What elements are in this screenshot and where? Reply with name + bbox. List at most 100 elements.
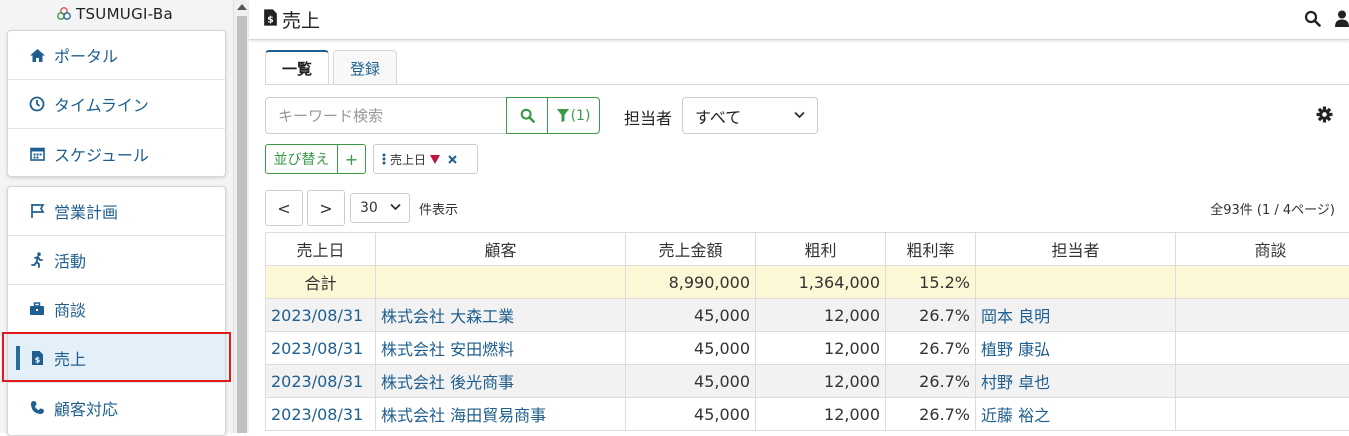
- customer-link[interactable]: 株式会社 安田燃料: [381, 340, 514, 359]
- column-header[interactable]: 顧客: [376, 233, 626, 266]
- summary-amount: 8,990,000: [626, 266, 756, 299]
- sidebar-item-schedule[interactable]: スケジュール: [8, 129, 225, 178]
- deal-cell: [1176, 332, 1349, 365]
- keyword-search-input[interactable]: キーワード検索: [265, 97, 507, 134]
- tab-divider: [265, 84, 1349, 85]
- tab-register[interactable]: 登録: [333, 50, 397, 85]
- amount-cell: 45,000: [626, 365, 756, 398]
- column-header[interactable]: 売上金額: [626, 233, 756, 266]
- customer-link[interactable]: 株式会社 大森工業: [381, 307, 514, 326]
- sales-date-link[interactable]: 2023/08/31: [271, 372, 363, 391]
- sidebar-item-activity[interactable]: 活動: [8, 236, 225, 285]
- gear-icon[interactable]: [1316, 106, 1333, 127]
- sort-button[interactable]: 並び替え: [265, 144, 338, 174]
- total-count: 全93件 (1 / 4ページ): [1210, 199, 1335, 218]
- prev-page-button[interactable]: <: [265, 190, 303, 226]
- rate-cell: 26.7%: [886, 365, 976, 398]
- flag-icon: [28, 202, 46, 220]
- sidebar-item-label: ポータル: [54, 43, 118, 67]
- deal-cell: [1176, 365, 1349, 398]
- search-icon[interactable]: [1304, 10, 1321, 31]
- column-header[interactable]: 担当者: [976, 233, 1176, 266]
- column-header[interactable]: 粗利率: [886, 233, 976, 266]
- sidebar-item-deals[interactable]: 商談: [8, 285, 225, 334]
- search-button[interactable]: [506, 97, 548, 134]
- deal-cell: [1176, 398, 1349, 431]
- filter-count: (1): [571, 108, 591, 124]
- sidebar-item-sales-plan[interactable]: 営業計画: [8, 187, 225, 236]
- calendar-icon: [28, 145, 46, 163]
- sort-chip-label: 売上日: [390, 151, 426, 168]
- rate-cell: 26.7%: [886, 398, 976, 431]
- table-row[interactable]: 2023/08/31 株式会社 大森工業 45,000 12,000 26.7%…: [266, 299, 1349, 332]
- column-header[interactable]: 粗利: [756, 233, 886, 266]
- per-page-value: 30: [360, 200, 378, 216]
- nav-group-main: ポータル タイムライン スケジュール: [7, 30, 226, 177]
- highlight-box: [2, 332, 231, 382]
- app-logo[interactable]: TSUMUGI-Ba: [56, 4, 173, 24]
- profit-cell: 12,000: [756, 398, 886, 431]
- assignee-link[interactable]: 植野 康弘: [981, 340, 1050, 359]
- briefcase-icon: [28, 300, 46, 318]
- amount-cell: 45,000: [626, 332, 756, 365]
- search-icon: [520, 108, 535, 123]
- column-header[interactable]: 売上日: [266, 233, 376, 266]
- filter-button[interactable]: (1): [547, 97, 600, 134]
- assignee-label: 担当者: [624, 105, 672, 129]
- summary-rate: 15.2%: [886, 266, 976, 299]
- customer-link[interactable]: 株式会社 後光商事: [381, 373, 514, 392]
- invoice-icon: $: [263, 8, 278, 32]
- table-cell: [1176, 266, 1349, 299]
- tab-list[interactable]: 一覧: [265, 50, 329, 85]
- assignee-link[interactable]: 岡本 良明: [981, 307, 1050, 326]
- main-content: $ 売上 一覧 登録 キーワード検索 (1) 担当者 すべて: [249, 0, 1349, 433]
- per-page-label: 件表示: [419, 199, 458, 218]
- sidebar-item-portal[interactable]: ポータル: [8, 31, 225, 80]
- sidebar-item-label: 商談: [54, 297, 86, 321]
- rate-cell: 26.7%: [886, 332, 976, 365]
- sidebar-item-label: 営業計画: [54, 199, 118, 223]
- close-icon[interactable]: [448, 155, 457, 164]
- sidebar-item-label: 活動: [54, 248, 86, 272]
- amount-cell: 45,000: [626, 299, 756, 332]
- sales-date-link[interactable]: 2023/08/31: [271, 339, 363, 358]
- scroll-up-icon[interactable]: [237, 4, 247, 10]
- rate-cell: 26.7%: [886, 299, 976, 332]
- sales-table: 売上日 顧客 売上金額 粗利 粗利率 担当者 商談 合計 8,990,000 1…: [265, 232, 1349, 431]
- sidebar-scrollbar[interactable]: [233, 0, 249, 433]
- summary-row: 合計 8,990,000 1,364,000 15.2%: [266, 266, 1349, 299]
- top-bar-actions: [1304, 10, 1349, 31]
- clock-icon: [28, 95, 46, 113]
- sales-date-link[interactable]: 2023/08/31: [271, 405, 363, 424]
- profit-cell: 12,000: [756, 365, 886, 398]
- nav-group-sales: 営業計画 活動 商談 $ 売上 顧客対応: [7, 186, 226, 436]
- next-page-button[interactable]: >: [307, 190, 345, 226]
- assignee-link[interactable]: 近藤 裕之: [981, 406, 1050, 425]
- customer-link[interactable]: 株式会社 海田貿易商事: [381, 406, 546, 425]
- top-bar: $ 売上: [249, 0, 1349, 40]
- sidebar-item-customer-support[interactable]: 顧客対応: [8, 383, 225, 432]
- column-header[interactable]: 商談: [1176, 233, 1349, 266]
- sort-desc-icon[interactable]: [430, 155, 440, 164]
- sales-date-link[interactable]: 2023/08/31: [271, 306, 363, 325]
- sort-chip[interactable]: 売上日: [373, 144, 478, 174]
- assignee-link[interactable]: 村野 卓也: [981, 373, 1050, 392]
- profit-cell: 12,000: [756, 332, 886, 365]
- assignee-select[interactable]: すべて: [682, 97, 818, 134]
- add-sort-button[interactable]: +: [337, 144, 366, 174]
- table-cell: [376, 266, 626, 299]
- table-row[interactable]: 2023/08/31 株式会社 海田貿易商事 45,000 12,000 26.…: [266, 398, 1349, 431]
- user-icon[interactable]: [1335, 10, 1349, 31]
- sidebar-item-label: 顧客対応: [54, 396, 118, 420]
- table-row[interactable]: 2023/08/31 株式会社 後光商事 45,000 12,000 26.7%…: [266, 365, 1349, 398]
- assignee-select-value: すべて: [695, 104, 741, 128]
- logo-text: TSUMUGI-Ba: [76, 5, 173, 23]
- sidebar-item-label: タイムライン: [54, 92, 149, 116]
- table-row[interactable]: 2023/08/31 株式会社 安田燃料 45,000 12,000 26.7%…: [266, 332, 1349, 365]
- page-title-text: 売上: [282, 6, 320, 33]
- profit-cell: 12,000: [756, 299, 886, 332]
- sidebar-item-timeline[interactable]: タイムライン: [8, 80, 225, 129]
- per-page-select[interactable]: 30: [350, 193, 410, 223]
- drag-handle-icon[interactable]: [382, 153, 386, 165]
- scrollbar-thumb[interactable]: [237, 16, 247, 433]
